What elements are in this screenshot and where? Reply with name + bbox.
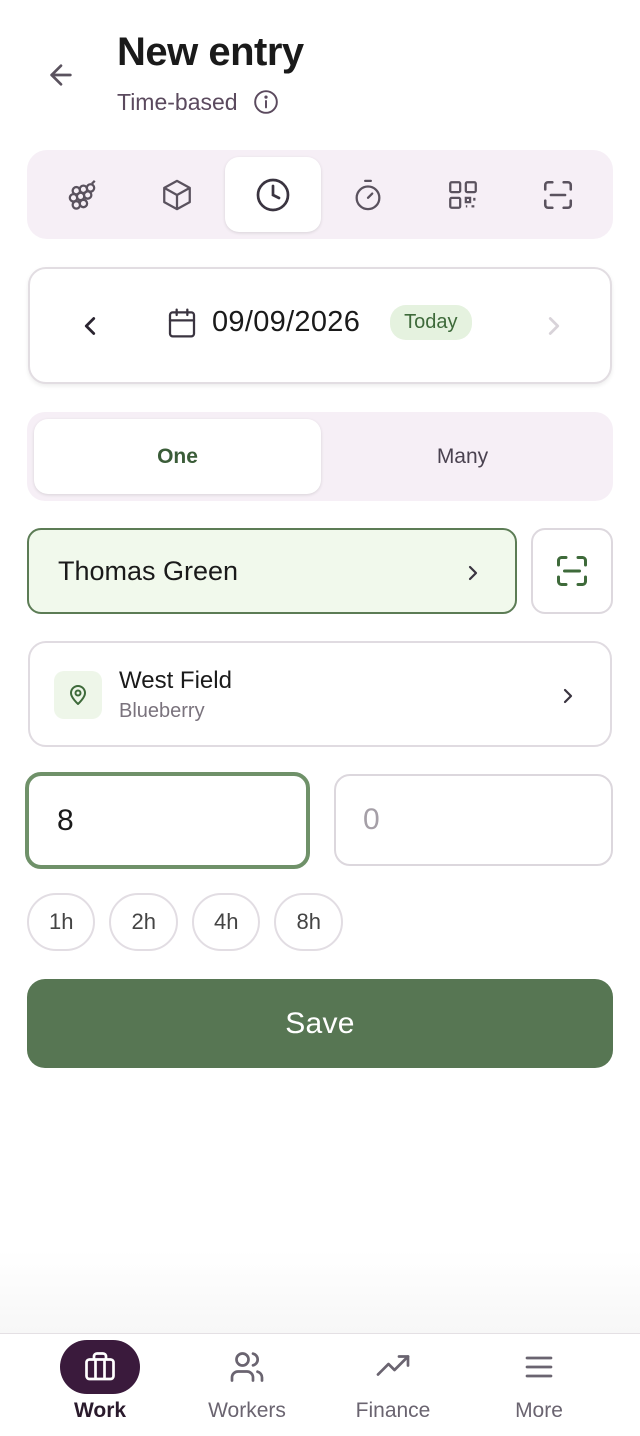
mode-qr-button[interactable] bbox=[415, 157, 511, 232]
chevron-right-icon bbox=[461, 558, 485, 588]
entry-mode-bar bbox=[27, 150, 613, 239]
nav-item-more[interactable]: More bbox=[459, 1334, 619, 1436]
worker-selector[interactable]: Thomas Green bbox=[27, 528, 517, 614]
arrow-left-icon bbox=[50, 64, 72, 86]
mode-box-button[interactable] bbox=[129, 157, 225, 232]
chip-1h[interactable]: 1h bbox=[27, 893, 96, 951]
worker-name: Thomas Green bbox=[58, 556, 239, 586]
subtitle-row: Time-based bbox=[117, 88, 280, 116]
chip-2h[interactable]: 2h bbox=[109, 893, 178, 951]
save-button[interactable]: Save bbox=[27, 979, 613, 1068]
next-date-button[interactable] bbox=[532, 301, 576, 351]
page-subtitle: Time-based bbox=[117, 88, 238, 115]
segment-many[interactable]: Many bbox=[319, 419, 606, 494]
back-button[interactable] bbox=[36, 50, 86, 100]
header: New entry Time-based bbox=[0, 0, 640, 140]
nav-item-finance[interactable]: Finance bbox=[313, 1334, 473, 1436]
page-title: New entry bbox=[117, 30, 304, 74]
one-many-toggle: One Many bbox=[27, 412, 613, 501]
chevron-right-icon bbox=[548, 317, 560, 335]
nav-label-finance: Finance bbox=[355, 1399, 431, 1422]
calendar-icon bbox=[168, 308, 196, 337]
menu-icon bbox=[499, 1340, 579, 1394]
trending-up-icon bbox=[353, 1340, 433, 1394]
segment-one[interactable]: One bbox=[34, 419, 321, 494]
quick-hours: 1h 2h 4h 8h bbox=[27, 893, 343, 951]
chip-8h[interactable]: 8h bbox=[274, 893, 343, 951]
location-title: West Field bbox=[119, 667, 232, 694]
nav-item-work[interactable]: Work bbox=[20, 1334, 180, 1436]
nav-label-work: Work bbox=[73, 1399, 127, 1422]
mode-scan-button[interactable] bbox=[510, 157, 606, 232]
briefcase-icon bbox=[60, 1340, 140, 1394]
box-icon bbox=[163, 179, 191, 210]
stopwatch-icon bbox=[355, 179, 381, 210]
scan-worker-button[interactable] bbox=[531, 528, 613, 614]
minutes-input[interactable] bbox=[334, 774, 613, 866]
nav-label-more: More bbox=[515, 1399, 563, 1422]
date-value: 09/09/2026 bbox=[212, 306, 361, 338]
mode-time-button[interactable] bbox=[225, 157, 321, 232]
location-selector[interactable]: West Field Blueberry bbox=[28, 641, 612, 747]
mode-harvest-button[interactable] bbox=[34, 157, 130, 232]
nav-shadow bbox=[0, 1250, 640, 1334]
location-subtitle: Blueberry bbox=[119, 700, 205, 722]
chevron-right-icon bbox=[556, 681, 580, 711]
scan-frame-icon bbox=[543, 180, 573, 209]
nav-item-workers[interactable]: Workers bbox=[167, 1334, 327, 1436]
chevron-left-icon bbox=[84, 317, 96, 335]
date-selector: 09/09/2026 Today bbox=[28, 267, 612, 384]
users-icon bbox=[207, 1340, 287, 1394]
chip-4h[interactable]: 4h bbox=[191, 893, 261, 951]
qr-code-icon bbox=[449, 180, 477, 209]
scan-frame-icon bbox=[557, 556, 587, 586]
clock-icon bbox=[256, 178, 290, 211]
grapes-icon bbox=[68, 179, 96, 210]
today-badge: Today bbox=[390, 305, 472, 340]
date-display[interactable]: 09/09/2026 Today bbox=[166, 305, 472, 340]
location-pin-icon bbox=[54, 671, 102, 719]
info-icon[interactable] bbox=[252, 88, 280, 116]
mode-stopwatch-button[interactable] bbox=[320, 157, 416, 232]
nav-label-workers: Workers bbox=[208, 1399, 286, 1422]
previous-date-button[interactable] bbox=[68, 301, 112, 351]
bottom-nav: Work Workers Finance More bbox=[0, 1333, 640, 1436]
hours-input[interactable] bbox=[25, 772, 310, 869]
